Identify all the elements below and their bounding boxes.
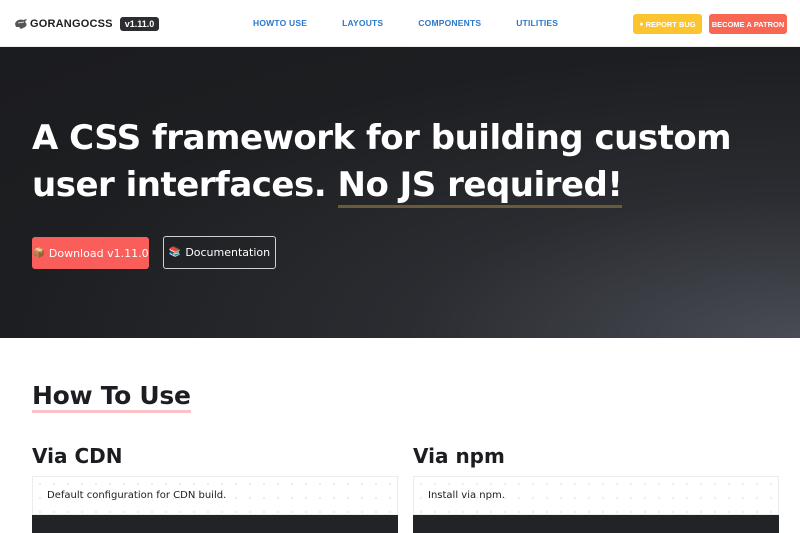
books-icon: 📚 — [168, 247, 182, 258]
npm-column: Via npm Install via npm. — [413, 444, 779, 533]
top-navbar: GORANGOCSS v1.11.0 HOWTO USE LAYOUTS COM… — [0, 0, 800, 47]
version-badge: v1.11.0 — [119, 17, 160, 31]
documentation-button[interactable]: 📚 Documentation — [163, 236, 276, 269]
cdn-code-block[interactable] — [32, 515, 398, 533]
nav-link-howto-use[interactable]: HOWTO USE — [253, 18, 307, 28]
hero-title-highlight: No JS required! — [337, 165, 623, 208]
brand[interactable]: GORANGOCSS v1.11.0 — [14, 14, 160, 34]
cdn-column: Via CDN Default configuration for CDN bu… — [32, 444, 398, 533]
report-bug-label: REPORT BUG — [645, 19, 696, 29]
gorilla-logo-icon — [15, 19, 27, 29]
npm-title: Via npm — [413, 444, 505, 468]
become-patron-label: BECOME A PATRON — [711, 19, 785, 29]
report-bug-button[interactable]: ● REPORT BUG — [633, 14, 702, 34]
documentation-label: Documentation — [185, 246, 271, 259]
nav-link-layouts[interactable]: LAYOUTS — [342, 18, 383, 28]
npm-note: Install via npm. — [413, 476, 779, 515]
hero: A CSS framework for building custom user… — [0, 47, 800, 338]
brand-name: GORANGOCSS — [30, 18, 113, 30]
nav-link-components[interactable]: COMPONENTS — [418, 18, 481, 28]
package-icon: 📦 — [32, 247, 45, 259]
nav-links: HOWTO USE LAYOUTS COMPONENTS UTILITIES — [253, 18, 593, 28]
hero-title: A CSS framework for building custom user… — [32, 115, 772, 209]
cdn-title: Via CDN — [32, 444, 123, 468]
nav-link-utilities[interactable]: UTILITIES — [516, 18, 558, 28]
npm-code-block[interactable] — [413, 515, 779, 533]
download-button[interactable]: 📦 Download v1.11.0 — [32, 237, 149, 269]
download-label: Download v1.11.0 — [48, 246, 149, 260]
bug-icon: ● — [639, 20, 644, 28]
section-title-how-to-use: How To Use — [32, 381, 191, 413]
become-patron-button[interactable]: BECOME A PATRON — [709, 14, 787, 34]
cdn-note: Default configuration for CDN build. — [32, 476, 398, 515]
